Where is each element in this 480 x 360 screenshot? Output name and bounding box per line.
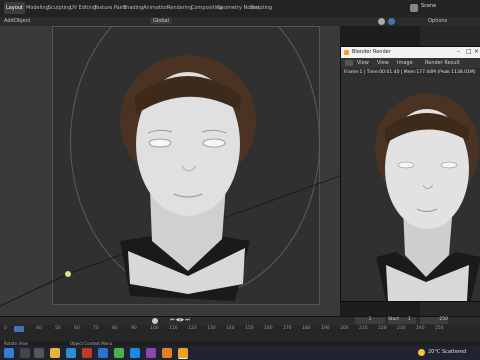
- render-stats: Frame:1 | Time:00:01.40 | Mem:177.44M (P…: [344, 70, 476, 75]
- render-left-eye: [397, 161, 415, 169]
- windows-start-icon[interactable]: [4, 348, 14, 358]
- head-render: [0, 55, 340, 307]
- render-result-image: [375, 93, 480, 301]
- left-eye: [148, 138, 172, 148]
- weather-widget[interactable]: 20°C Scattered: [428, 349, 466, 355]
- record-icon[interactable]: [152, 318, 158, 324]
- app2-icon[interactable]: [146, 348, 156, 358]
- maximize-icon[interactable]: □: [466, 48, 472, 55]
- tick-label: 70: [93, 326, 99, 331]
- mail-icon[interactable]: [82, 348, 92, 358]
- current-frame-field[interactable]: 1: [355, 317, 385, 324]
- scene-selector[interactable]: Scene: [421, 3, 436, 9]
- tick-label: 90: [131, 326, 137, 331]
- timeline[interactable]: ⏮◀▶⏭ 1 Start 1 250 0 40 50 60 70 80 90 1…: [0, 316, 480, 342]
- 3d-viewport[interactable]: [0, 26, 340, 316]
- tick-label: 180: [302, 326, 311, 331]
- solid-shading-icon[interactable]: [388, 18, 395, 25]
- playhead[interactable]: [14, 326, 24, 332]
- options-menu[interactable]: Options: [428, 18, 447, 24]
- app3-icon[interactable]: [162, 348, 172, 358]
- frame-ruler[interactable]: 0 40 50 60 70 80 90 100 110 120 130 140 …: [0, 325, 480, 333]
- tick-label: 140: [226, 326, 235, 331]
- tick-label: 160: [264, 326, 273, 331]
- tick-label: 190: [321, 326, 330, 331]
- tick-label: 210: [359, 326, 368, 331]
- minimize-icon[interactable]: –: [457, 48, 460, 55]
- workspace-tabs-bar: Layout Modeling Sculpting UV Editing Tex…: [0, 0, 480, 18]
- tick-label: 100: [150, 326, 159, 331]
- render-slot-selector[interactable]: Render Result: [425, 60, 460, 66]
- edge-icon[interactable]: [66, 348, 76, 358]
- right-eye: [202, 138, 226, 148]
- render-window-titlebar: Blender Render – □ ×: [341, 47, 480, 58]
- tab-scripting[interactable]: Scripting: [248, 2, 274, 14]
- start-frame-field[interactable]: 1: [408, 317, 411, 322]
- render-window[interactable]: Blender Render – □ × View View Image Ren…: [340, 46, 480, 302]
- light-object-icon: [65, 271, 71, 277]
- blender-taskbar-icon[interactable]: [178, 348, 188, 359]
- start-label: Start: [388, 317, 416, 324]
- tick-label: 60: [74, 326, 80, 331]
- windows-taskbar: 20°C Scattered: [0, 346, 480, 360]
- tick-label: 200: [340, 326, 349, 331]
- render-toolbar: View View Image Render Result: [341, 58, 480, 68]
- render-right-eye: [440, 161, 458, 169]
- object-menu[interactable]: Object: [14, 18, 30, 24]
- tick-label: 110: [169, 326, 178, 331]
- store-icon[interactable]: [98, 348, 108, 358]
- transform-orientation[interactable]: Global: [150, 18, 172, 24]
- tick-label: 150: [245, 326, 254, 331]
- view-menu-2[interactable]: View: [377, 60, 389, 66]
- weather-icon: [418, 349, 425, 356]
- editor-type-icon[interactable]: [345, 60, 353, 66]
- tick-label: 170: [283, 326, 292, 331]
- tick-label: 50: [55, 326, 61, 331]
- tab-layout[interactable]: Layout: [4, 2, 25, 14]
- viewport-header: Add Object Global Options: [0, 17, 480, 26]
- scene-icon: [410, 4, 418, 12]
- tick-label: 240: [416, 326, 425, 331]
- render-window-title: Blender Render: [352, 49, 391, 55]
- close-icon[interactable]: ×: [474, 48, 479, 55]
- blender-logo-icon: [344, 50, 349, 55]
- tick-label: 80: [112, 326, 118, 331]
- tick-label: 250: [435, 326, 444, 331]
- tick-label: 0: [4, 326, 7, 331]
- playback-controls: ⏮◀▶⏭ 1 Start 1 250: [0, 317, 480, 325]
- end-frame-field[interactable]: 250: [420, 317, 448, 324]
- view-menu-1[interactable]: View: [357, 60, 369, 66]
- tick-label: 130: [207, 326, 216, 331]
- tick-label: 220: [378, 326, 387, 331]
- light-line-2: [0, 273, 69, 307]
- search-icon[interactable]: [20, 348, 30, 358]
- render-status-line: Frame:1 | Time:00:01.40 | Mem:177.44M (P…: [341, 68, 480, 77]
- task-view-icon[interactable]: [34, 348, 44, 358]
- viewport-shading-icon[interactable]: [378, 18, 385, 25]
- file-explorer-icon[interactable]: [50, 348, 60, 358]
- add-menu[interactable]: Add: [4, 18, 14, 24]
- browser-icon[interactable]: [130, 348, 140, 358]
- tick-label: 120: [188, 326, 197, 331]
- render-result-canvas[interactable]: [341, 77, 480, 301]
- tick-label: 230: [397, 326, 406, 331]
- image-menu[interactable]: Image: [397, 60, 413, 66]
- app-icon[interactable]: [114, 348, 124, 358]
- playback-buttons[interactable]: ⏮◀▶⏭: [170, 317, 191, 323]
- tick-label: 40: [36, 326, 42, 331]
